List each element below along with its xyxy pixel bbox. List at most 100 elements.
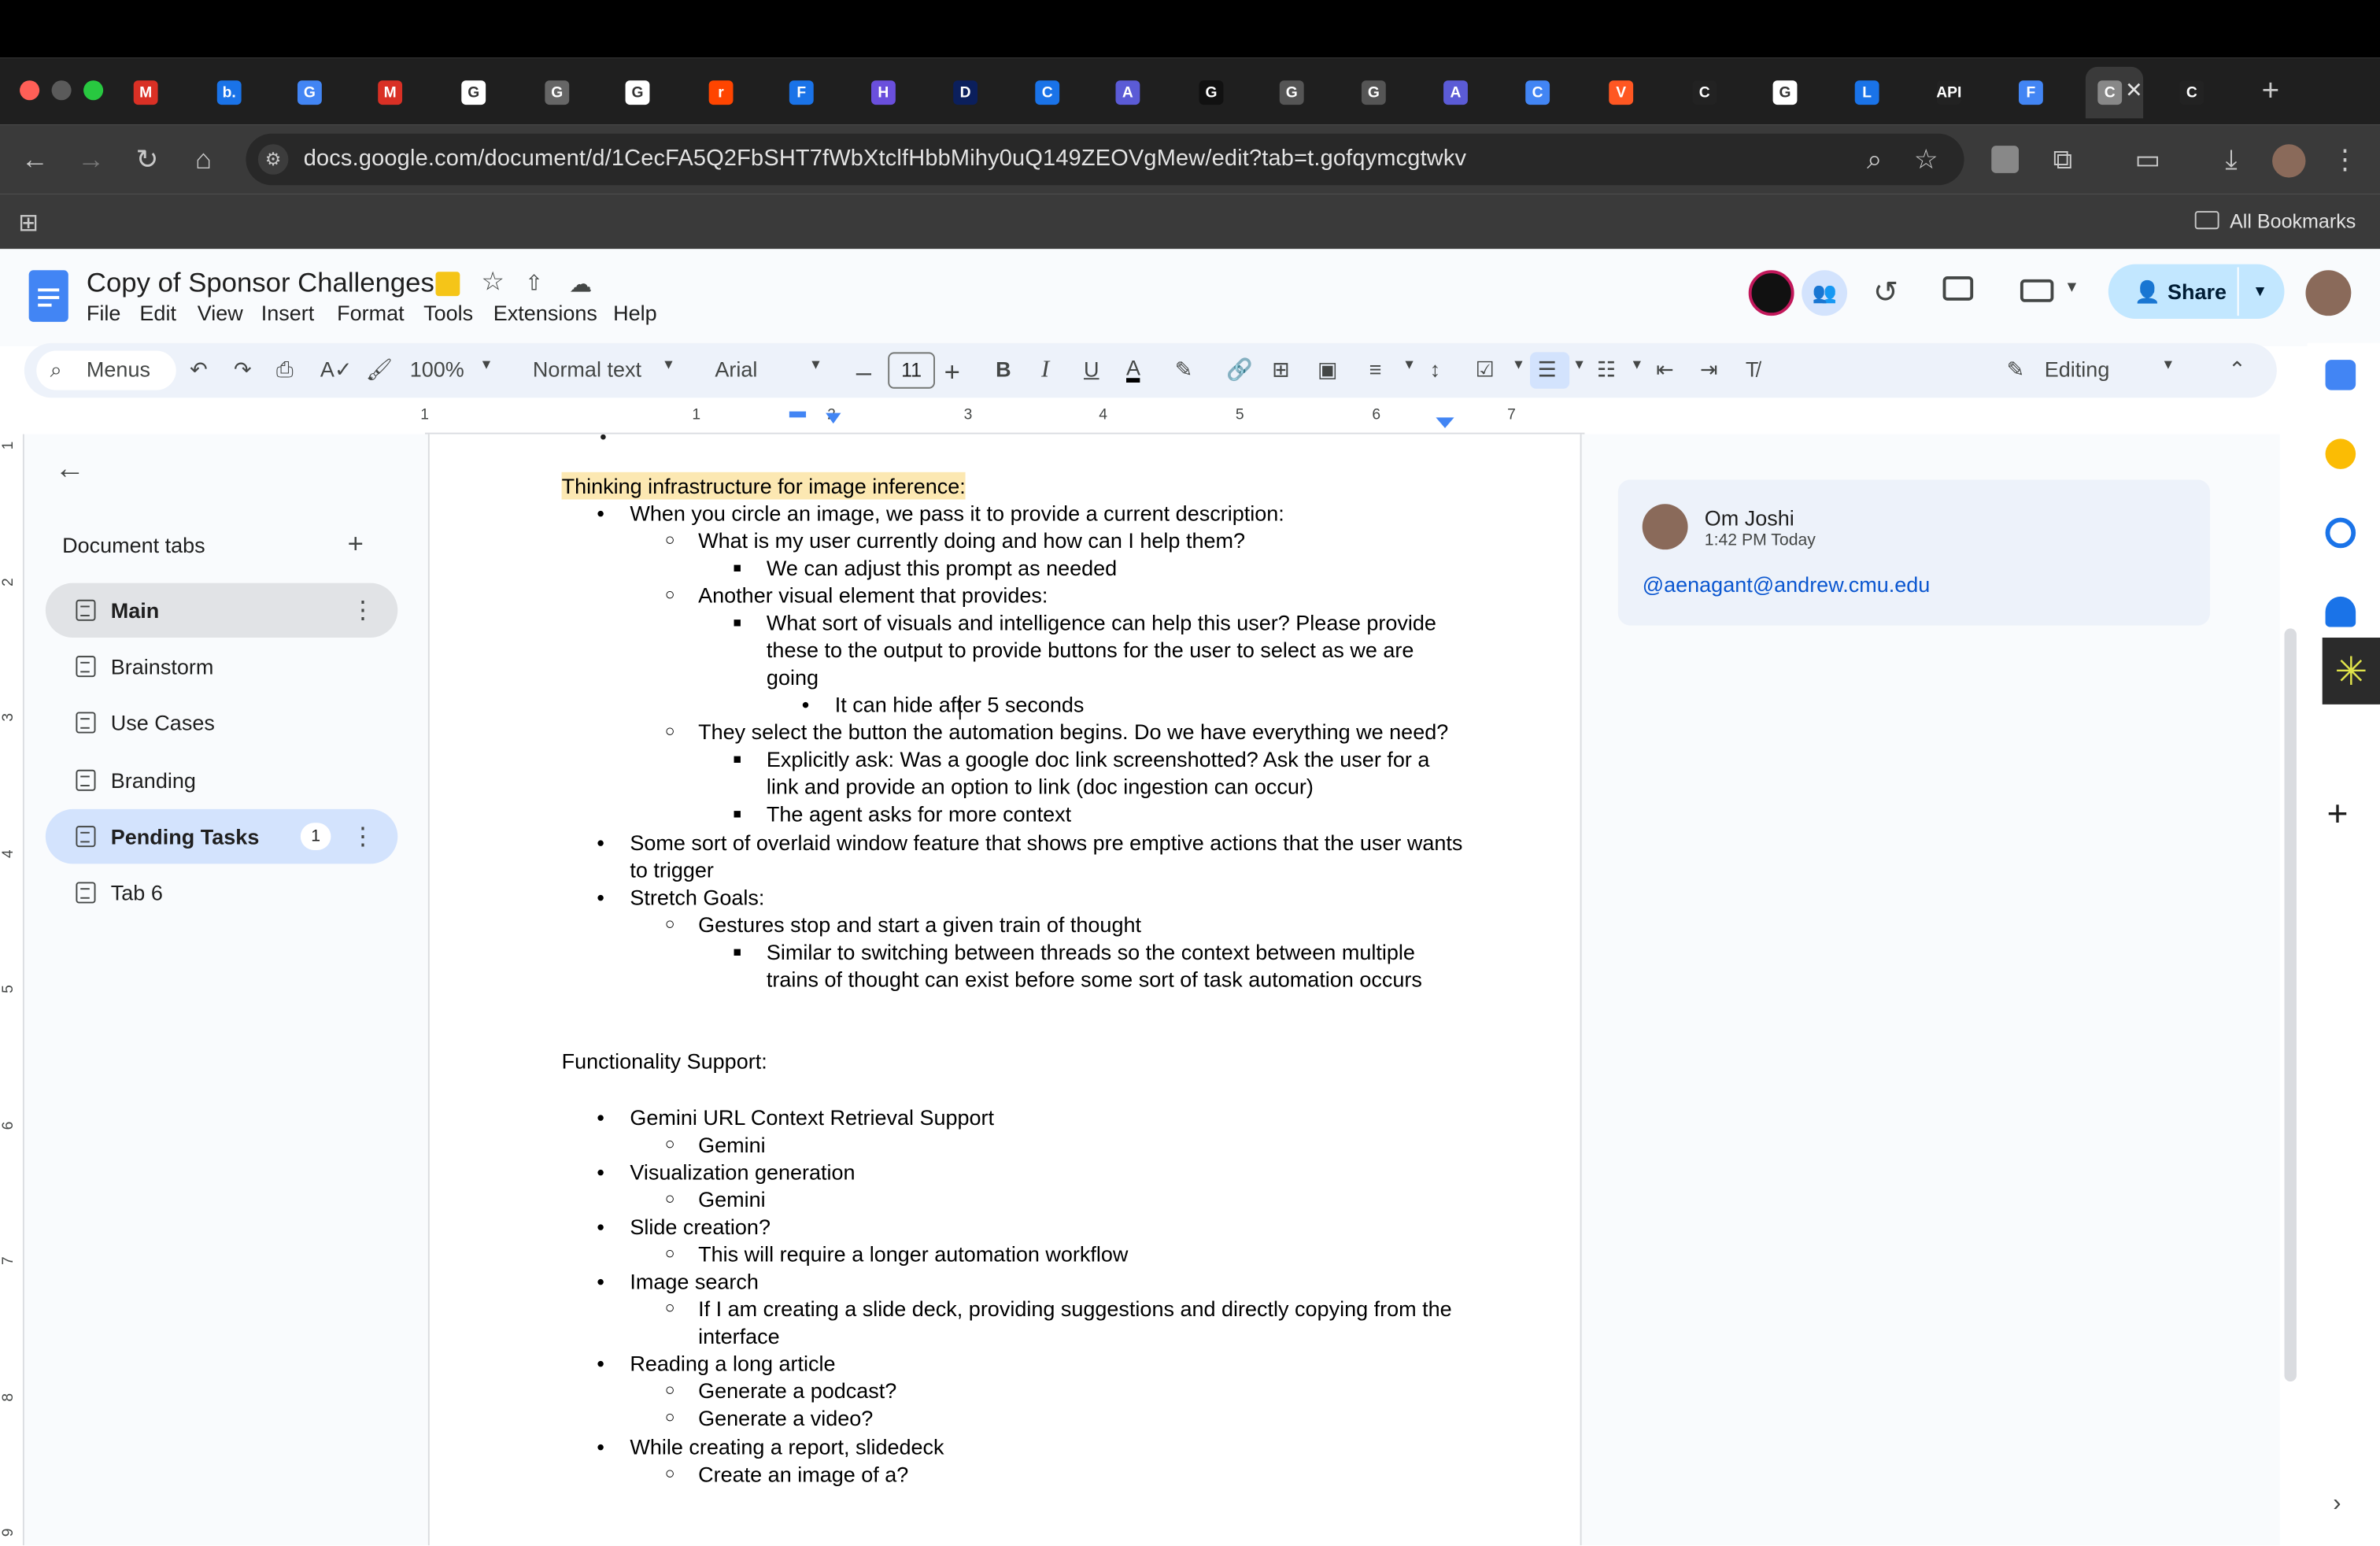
- font-dropdown-icon[interactable]: ▼: [809, 357, 822, 372]
- apps-grid-icon[interactable]: ⊞: [18, 208, 39, 239]
- sidebar-item-main[interactable]: Main ⋮: [45, 583, 398, 638]
- browser-tab[interactable]: C: [1525, 73, 1558, 113]
- zoom-select[interactable]: 100%: [410, 357, 464, 381]
- checklist-dropdown-icon[interactable]: ▼: [1512, 357, 1525, 372]
- new-tab-icon[interactable]: +: [2262, 74, 2280, 109]
- share-dropdown-icon[interactable]: ▼: [2252, 284, 2267, 301]
- calendar-icon[interactable]: [2325, 360, 2356, 390]
- spellcheck-icon[interactable]: A✓: [320, 357, 353, 383]
- font-select[interactable]: Arial: [715, 357, 757, 381]
- sidebar-item-brainstorm[interactable]: Brainstorm: [46, 639, 397, 693]
- paint-format-icon[interactable]: 🖌: [366, 357, 393, 383]
- bookmark-star-icon[interactable]: ☆: [1906, 139, 1946, 179]
- cloud-status-icon[interactable]: ☁: [569, 270, 592, 298]
- browser-tab[interactable]: G: [625, 73, 659, 113]
- browser-tab[interactable]: C: [2179, 73, 2212, 113]
- version-history-icon[interactable]: ↺: [1873, 273, 1898, 311]
- text-color-icon[interactable]: A: [1125, 357, 1141, 383]
- zoom-icon[interactable]: ⌕: [1855, 139, 1894, 179]
- back-icon[interactable]: ←: [15, 139, 54, 179]
- get-addons-icon[interactable]: +: [2326, 794, 2348, 837]
- offline-icon[interactable]: [435, 272, 460, 297]
- bullet-dropdown-icon[interactable]: ▼: [1572, 357, 1586, 372]
- back-arrow-icon[interactable]: ←: [54, 453, 85, 487]
- menu-view[interactable]: View: [198, 301, 243, 325]
- align-dropdown-icon[interactable]: ▼: [1402, 357, 1416, 372]
- browser-tab[interactable]: H: [870, 73, 904, 113]
- meet-icon[interactable]: [2020, 279, 2054, 302]
- checklist-icon[interactable]: ☑: [1476, 357, 1495, 383]
- forward-icon[interactable]: →: [72, 139, 111, 179]
- sidebar-item-tab-6[interactable]: Tab 6: [46, 865, 397, 919]
- sidebar-item-branding[interactable]: Branding: [46, 753, 397, 808]
- decrease-font-icon[interactable]: –: [856, 357, 871, 389]
- menu-file[interactable]: File: [87, 301, 121, 325]
- browser-tab[interactable]: G: [297, 73, 331, 113]
- contacts-icon[interactable]: [2325, 596, 2356, 627]
- browser-tab[interactable]: G: [545, 73, 578, 113]
- numbered-dropdown-icon[interactable]: ▼: [1630, 357, 1643, 372]
- browser-tab[interactable]: F: [2018, 73, 2052, 113]
- browser-tab[interactable]: API: [1936, 73, 1970, 113]
- extensions-puzzle-icon[interactable]: ⧉: [2043, 139, 2082, 179]
- sidebar-item-pending-tasks[interactable]: Pending Tasks 1 ⋮: [45, 808, 398, 864]
- comments-icon[interactable]: [1942, 276, 1974, 301]
- menu-insert[interactable]: Insert: [261, 301, 315, 325]
- bulleted-list-icon[interactable]: ☰: [1538, 357, 1557, 383]
- increase-indent-icon[interactable]: ⇥: [1700, 357, 1718, 383]
- highlight-icon[interactable]: ✎: [1175, 357, 1193, 383]
- zoom-dropdown-icon[interactable]: ▼: [479, 357, 493, 372]
- profile-avatar[interactable]: [2272, 144, 2306, 178]
- link-icon[interactable]: 🔗: [1226, 357, 1253, 383]
- left-indent-marker[interactable]: [826, 412, 841, 424]
- extension-icon[interactable]: [1991, 146, 2019, 173]
- all-bookmarks-link[interactable]: All Bookmarks: [2230, 209, 2356, 232]
- browser-tab[interactable]: G: [1361, 73, 1395, 113]
- add-tab-icon[interactable]: +: [348, 528, 364, 560]
- scrollbar[interactable]: [2284, 628, 2297, 1381]
- insert-image-icon[interactable]: ▣: [1318, 357, 1338, 383]
- collapse-toolbar-icon[interactable]: ⌃: [2228, 357, 2246, 383]
- font-size-input[interactable]: 11: [888, 352, 935, 389]
- collaborator-avatar[interactable]: [1748, 270, 1794, 316]
- browser-tab[interactable]: b.: [216, 73, 250, 113]
- browser-tab[interactable]: D: [953, 73, 986, 113]
- document-title[interactable]: Copy of Sponsor Challenges: [87, 267, 434, 299]
- browser-tab[interactable]: C: [1692, 73, 1725, 113]
- sidebar-item-use-cases[interactable]: Use Cases: [46, 695, 397, 749]
- browser-tab[interactable]: A: [1115, 73, 1148, 113]
- style-select[interactable]: Normal text: [533, 357, 641, 381]
- close-tab-icon[interactable]: ✕: [2125, 77, 2143, 103]
- browser-tab[interactable]: L: [1854, 73, 1888, 113]
- increase-font-icon[interactable]: +: [944, 357, 960, 389]
- style-dropdown-icon[interactable]: ▼: [662, 357, 675, 372]
- tab-more-options-icon[interactable]: ⋮: [350, 595, 375, 626]
- menu-help[interactable]: Help: [613, 301, 657, 325]
- maximize-window-button[interactable]: [83, 80, 104, 101]
- clear-formatting-icon[interactable]: T̸: [1746, 357, 1759, 381]
- menu-extensions[interactable]: Extensions: [493, 301, 597, 325]
- site-info-icon[interactable]: ⚙: [257, 144, 289, 175]
- download-icon[interactable]: ⤓: [2212, 139, 2251, 179]
- align-icon[interactable]: ≡: [1369, 357, 1382, 381]
- home-icon[interactable]: ⌂: [183, 139, 223, 179]
- meet-dropdown-icon[interactable]: ▼: [2064, 279, 2079, 296]
- italic-icon[interactable]: I: [1041, 357, 1049, 384]
- decrease-indent-icon[interactable]: ⇤: [1656, 357, 1674, 383]
- right-indent-marker[interactable]: [1436, 417, 1454, 428]
- menu-edit[interactable]: Edit: [139, 301, 176, 325]
- browser-tab[interactable]: G: [1279, 73, 1313, 113]
- browser-tab[interactable]: G: [1199, 73, 1232, 113]
- line-spacing-icon[interactable]: ↕: [1430, 357, 1441, 381]
- chrome-menu-icon[interactable]: ⋮: [2326, 139, 2365, 179]
- browser-tab[interactable]: F: [789, 73, 822, 113]
- underline-icon[interactable]: U: [1084, 357, 1099, 381]
- bold-icon[interactable]: B: [996, 357, 1011, 381]
- print-icon[interactable]: ⎙: [276, 357, 294, 383]
- share-button[interactable]: Share: [2168, 279, 2227, 304]
- menu-format[interactable]: Format: [337, 301, 405, 325]
- browser-tab[interactable]: G: [1772, 73, 1806, 113]
- chat-people-icon[interactable]: 👥: [1802, 270, 1848, 316]
- keep-icon[interactable]: [2325, 438, 2356, 469]
- tasks-icon[interactable]: [2325, 517, 2356, 549]
